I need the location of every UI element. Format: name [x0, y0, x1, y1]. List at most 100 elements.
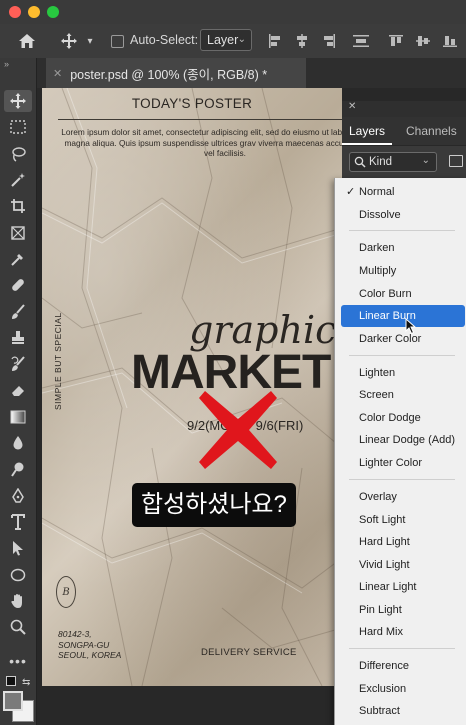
blend-mode-linear-light[interactable]: Linear Light [341, 576, 465, 598]
more-tools-icon[interactable]: ••• [4, 650, 32, 672]
blend-mode-linear-dodge[interactable]: Linear Dodge (Add) [341, 429, 465, 451]
blend-mode-soft-light[interactable]: Soft Light [341, 509, 465, 531]
document-tab-bar: ✕ poster.psd @ 100% (종이, RGB/8) * [37, 58, 466, 88]
poster-divider [58, 119, 342, 120]
chevron-down-icon: ⌄ [421, 155, 430, 166]
blur-tool-icon[interactable] [4, 432, 32, 454]
menu-separator [349, 355, 455, 356]
blend-mode-menu: ✓ Normal Dissolve Darken Multiply Color B… [334, 178, 466, 725]
window-title-bar [0, 0, 466, 24]
blend-mode-multiply[interactable]: Multiply [341, 260, 465, 282]
path-selection-tool-icon[interactable] [4, 537, 32, 559]
x-mark-icon [199, 391, 277, 469]
auto-select-dropdown[interactable]: Layer ⌄ [200, 29, 252, 51]
blend-mode-exclusion[interactable]: Exclusion [341, 678, 465, 700]
minimize-window-button[interactable] [28, 6, 40, 18]
layers-panel-tabs: Layers Channels [342, 117, 466, 145]
checkmark-icon: ✓ [346, 186, 356, 198]
blend-mode-hard-light[interactable]: Hard Light [341, 531, 465, 553]
type-tool-icon[interactable] [4, 511, 32, 533]
blend-mode-linear-burn[interactable]: Linear Burn [341, 305, 465, 327]
zoom-window-button[interactable] [47, 6, 59, 18]
menu-separator [349, 230, 455, 231]
chevron-down-icon: ⌄ [237, 34, 246, 45]
mouse-cursor-icon [405, 318, 417, 335]
poster-address-line: 80142-3, [58, 629, 92, 639]
close-window-button[interactable] [9, 6, 21, 18]
tab-channels[interactable]: Channels [406, 117, 466, 145]
poster-address: 80142-3, SONGPA-GU SEOUL, KOREA [58, 629, 121, 661]
magic-wand-tool-icon[interactable] [4, 169, 32, 191]
options-bar: ▾ Auto-Select: Layer ⌄ [0, 24, 466, 59]
layer-kind-filter[interactable]: Kind ⌄ [349, 152, 437, 172]
poster-body-text: Lorem ipsum dolor sit amet, consectetur … [61, 127, 342, 158]
zoom-tool-icon[interactable] [4, 616, 32, 638]
poster-address-line: SEOUL, KOREA [58, 650, 122, 660]
history-brush-tool-icon[interactable] [4, 353, 32, 375]
panel-header: ✕ [342, 101, 466, 117]
auto-select-checkbox[interactable] [111, 35, 124, 48]
align-top-icon[interactable] [388, 24, 404, 58]
move-tool-icon[interactable] [4, 90, 32, 112]
blend-mode-difference[interactable]: Difference [341, 655, 465, 677]
blend-mode-darken[interactable]: Darken [341, 237, 465, 259]
foreground-color-swatch[interactable] [3, 691, 23, 711]
blend-mode-subtract[interactable]: Subtract [341, 700, 465, 722]
blend-mode-color-dodge[interactable]: Color Dodge [341, 407, 465, 429]
blend-mode-normal[interactable]: ✓ Normal [341, 181, 465, 203]
close-panel-icon[interactable]: ✕ [348, 101, 356, 112]
close-tab-icon[interactable]: ✕ [53, 67, 62, 80]
tab-layers[interactable]: Layers [342, 117, 392, 145]
align-right-icon[interactable] [321, 24, 337, 58]
clone-stamp-tool-icon[interactable] [4, 327, 32, 349]
poster-seal: B [56, 576, 76, 608]
document-tab-title: poster.psd @ 100% (종이, RGB/8) * [70, 67, 268, 82]
collapse-panel-icon[interactable]: » [4, 59, 9, 69]
blend-mode-hard-mix[interactable]: Hard Mix [341, 621, 465, 643]
eyedropper-tool-icon[interactable] [4, 248, 32, 270]
blend-mode-screen[interactable]: Screen [341, 384, 465, 406]
layer-filter-row: Kind ⌄ [342, 146, 466, 178]
overlay-caption: 합성하셨나요? [132, 483, 296, 527]
align-center-icon[interactable] [294, 24, 310, 58]
layer-kind-label: Kind [369, 156, 393, 168]
blend-mode-dissolve[interactable]: Dissolve [341, 204, 465, 226]
chevron-down-icon[interactable]: ▾ [84, 24, 96, 58]
crop-tool-icon[interactable] [4, 195, 32, 217]
blend-mode-darker-color[interactable]: Darker Color [341, 328, 465, 350]
lasso-tool-icon[interactable] [4, 143, 32, 165]
align-middle-icon[interactable] [415, 24, 431, 58]
distribute-icon[interactable] [352, 24, 370, 58]
image-filter-icon[interactable] [449, 155, 463, 167]
align-left-icon[interactable] [267, 24, 283, 58]
poster-title: TODAY'S POSTER [131, 96, 253, 111]
align-bottom-icon[interactable] [442, 24, 458, 58]
pen-tool-icon[interactable] [4, 485, 32, 507]
move-tool-icon[interactable] [58, 24, 80, 58]
document-tab[interactable]: ✕ poster.psd @ 100% (종이, RGB/8) * [46, 58, 306, 88]
blend-mode-color-burn[interactable]: Color Burn [341, 283, 465, 305]
eraser-tool-icon[interactable] [4, 379, 32, 401]
default-colors-icon[interactable] [6, 676, 16, 686]
frame-tool-icon[interactable] [4, 222, 32, 244]
blend-mode-pin-light[interactable]: Pin Light [341, 599, 465, 621]
brush-tool-icon[interactable] [4, 301, 32, 323]
menu-separator [349, 648, 455, 649]
blend-mode-vivid-light[interactable]: Vivid Light [341, 554, 465, 576]
swap-colors-icon[interactable]: ⇆ [22, 677, 30, 688]
tools-panel: » ••• ⇆ [0, 58, 37, 725]
healing-brush-tool-icon[interactable] [4, 274, 32, 296]
gradient-tool-icon[interactable] [4, 406, 32, 428]
auto-select-label: Auto-Select: [130, 33, 199, 47]
poster-delivery-text: DELIVERY SERVICE [201, 647, 297, 658]
blend-mode-lighter-color[interactable]: Lighter Color [341, 452, 465, 474]
marquee-tool-icon[interactable] [4, 116, 32, 138]
hand-tool-icon[interactable] [4, 590, 32, 612]
menu-separator [349, 479, 455, 480]
home-icon[interactable] [16, 24, 38, 58]
blend-mode-lighten[interactable]: Lighten [341, 362, 465, 384]
dodge-tool-icon[interactable] [4, 458, 32, 480]
blend-mode-overlay[interactable]: Overlay [341, 486, 465, 508]
poster-address-line: SONGPA-GU [58, 639, 110, 650]
ellipse-tool-icon[interactable] [4, 564, 32, 586]
